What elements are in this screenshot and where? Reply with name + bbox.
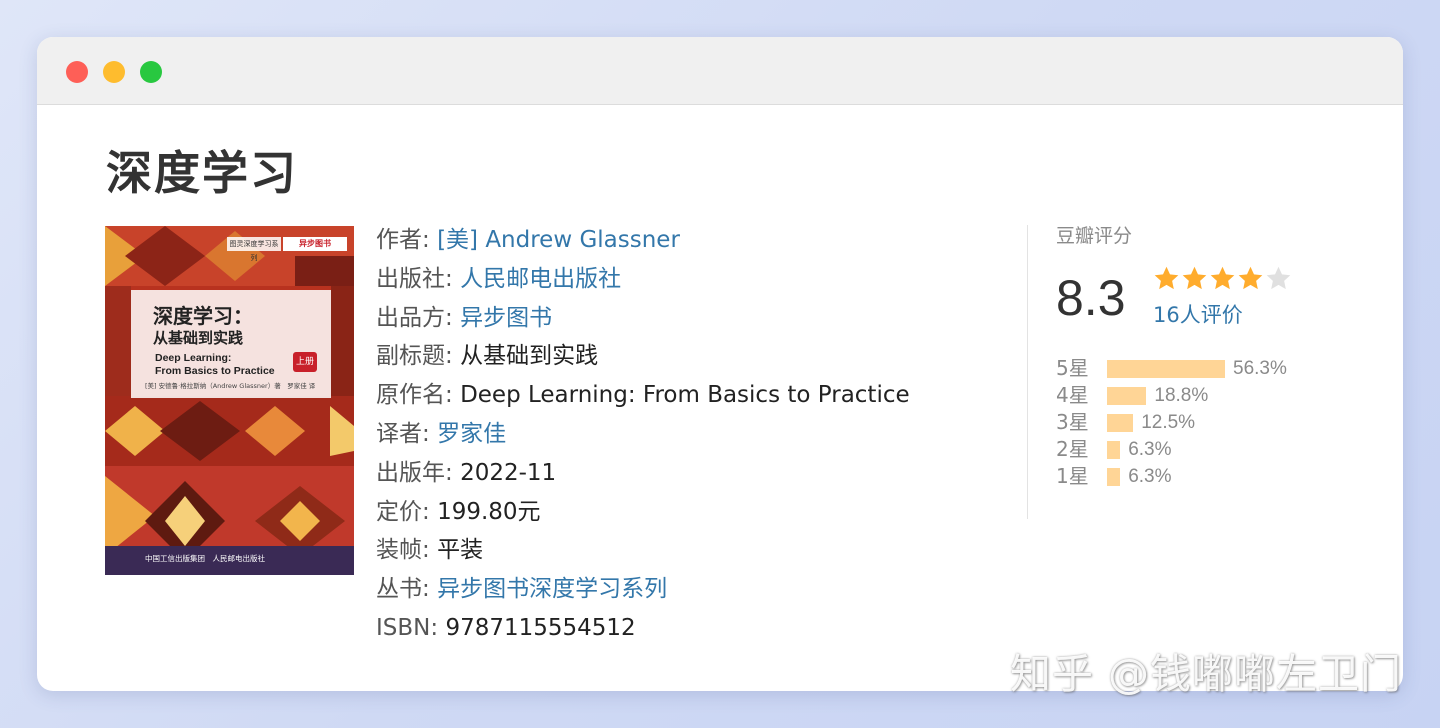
- author-link[interactable]: [美] Andrew Glassner: [437, 227, 680, 253]
- info-label: 定价:: [376, 498, 430, 525]
- distribution-percent: 6.3%: [1128, 466, 1172, 487]
- info-row-original-title: 原作名: Deep Learning: From Basics to Pract…: [376, 376, 910, 415]
- maximize-window-button[interactable]: [140, 61, 162, 83]
- distribution-star-label: 2星: [1056, 437, 1089, 461]
- distribution-star-label: 1星: [1056, 464, 1089, 488]
- producer-link[interactable]: 异步图书: [460, 305, 552, 331]
- info-label: 副标题:: [376, 343, 453, 370]
- rating-score: 8.3: [1056, 270, 1126, 326]
- distribution-bar: [1107, 414, 1134, 432]
- info-row-press: 出版社: 人民邮电出版社: [376, 260, 910, 299]
- cover-publisher: 中国工信出版集团 人民邮电出版社: [145, 554, 265, 563]
- info-row-translator: 译者: 罗家佳: [376, 415, 910, 454]
- distribution-bar: [1107, 441, 1121, 459]
- info-row-year: 出版年: 2022-11: [376, 454, 910, 493]
- kilim-pattern-background: [105, 226, 354, 575]
- distribution-star-label: 3星: [1056, 410, 1089, 434]
- info-row-price: 定价: 199.80元: [376, 493, 910, 532]
- window-titlebar: [37, 37, 1403, 105]
- distribution-percent: 6.3%: [1128, 439, 1172, 460]
- info-label: 作者:: [376, 227, 430, 253]
- cover-brand-logo: 异步图书: [283, 237, 347, 251]
- distribution-percent: 12.5%: [1141, 412, 1196, 433]
- rating-distribution-row: 2星 6.3%: [1056, 436, 1356, 463]
- series-link[interactable]: 异步图书深度学习系列: [437, 576, 667, 602]
- distribution-bar: [1107, 387, 1147, 405]
- info-row-producer: 出品方: 异步图书: [376, 299, 910, 338]
- info-row-binding: 装帧: 平装: [376, 531, 910, 570]
- book-cover-image[interactable]: 图灵深度学习系列 异步图书 深度学习： 从基础到实践 Deep Learning…: [105, 226, 354, 575]
- rating-distribution-row: 4星 18.8%: [1056, 382, 1356, 409]
- binding-value: 平装: [437, 537, 484, 564]
- distribution-star-label: 5星: [1056, 356, 1089, 380]
- rating-count-link[interactable]: 16人评价: [1153, 299, 1243, 329]
- section-divider: [1027, 225, 1028, 519]
- app-window: 深度学习 图灵深度学习系列 异步图书 深度学习： 从基础到实践 Deep Lea…: [37, 37, 1403, 691]
- rating-distribution-row: 1星 6.3%: [1056, 463, 1356, 490]
- star-empty-icon: [1266, 266, 1291, 290]
- price-value: 199.80元: [437, 498, 541, 525]
- info-label: 原作名:: [376, 382, 453, 409]
- rating-stars: [1153, 265, 1292, 292]
- minimize-window-button[interactable]: [103, 61, 125, 83]
- distribution-bar: [1107, 360, 1225, 378]
- star-filled-icon: [1238, 266, 1263, 290]
- star-filled-icon: [1154, 266, 1179, 290]
- translator-link[interactable]: 罗家佳: [437, 421, 506, 447]
- book-info-list: 作者: [美] Andrew Glassner 出版社: 人民邮电出版社 出品方…: [376, 221, 910, 648]
- info-row-isbn: ISBN: 9787115554512: [376, 609, 910, 648]
- original-title-value: Deep Learning: From Basics to Practice: [460, 382, 910, 409]
- cover-subtitle: 从基础到实践: [153, 329, 244, 347]
- info-label: 出版社:: [376, 265, 453, 292]
- cover-volume-badge: 上册: [293, 352, 317, 372]
- info-label: 出品方:: [376, 304, 453, 331]
- press-link[interactable]: 人民邮电出版社: [460, 266, 621, 292]
- cover-title: 深度学习：: [153, 304, 253, 328]
- close-window-button[interactable]: [66, 61, 88, 83]
- subtitle-value: 从基础到实践: [460, 343, 599, 370]
- star-filled-icon: [1210, 266, 1235, 290]
- zhihu-watermark: 知乎 @钱嘟嘟左卫门: [1010, 650, 1403, 698]
- distribution-percent: 56.3%: [1233, 358, 1287, 379]
- cover-english-line-1: Deep Learning:: [155, 352, 232, 364]
- cover-authors: [美] 安德鲁·格拉斯纳（Andrew Glassner）著 罗家佳 译: [145, 382, 316, 390]
- isbn-value: 9787115554512: [445, 614, 636, 641]
- cover-english-title: Deep Learning: From Basics to Practice: [155, 352, 275, 378]
- rating-distribution-row: 5星 56.3%: [1056, 355, 1356, 382]
- distribution-star-label: 4星: [1056, 383, 1089, 407]
- distribution-percent: 18.8%: [1154, 385, 1209, 406]
- info-label: 丛书:: [376, 576, 430, 603]
- douban-rating-panel: 豆瓣评分 8.3 16人评价 5星 56.3% 4星 18.8% 3星 12.5% 2星 6.…: [1056, 221, 1356, 488]
- page-title: 深度学习: [106, 146, 298, 200]
- info-row-author: 作者: [美] Andrew Glassner: [376, 221, 910, 260]
- info-row-subtitle: 副标题: 从基础到实践: [376, 337, 910, 376]
- star-filled-icon: [1182, 266, 1207, 290]
- info-label: ISBN:: [376, 614, 439, 641]
- info-label: 装帧:: [376, 537, 430, 564]
- year-value: 2022-11: [460, 459, 557, 486]
- info-label: 译者:: [376, 420, 430, 447]
- info-label: 出版年:: [376, 459, 453, 486]
- cover-english-line-2: From Basics to Practice: [155, 365, 275, 377]
- rating-heading: 豆瓣评分: [1056, 225, 1133, 247]
- cover-title-panel: 深度学习： 从基础到实践 Deep Learning: From Basics …: [131, 290, 331, 398]
- distribution-bar: [1107, 468, 1121, 486]
- info-row-series: 丛书: 异步图书深度学习系列: [376, 570, 910, 609]
- rating-distribution-row: 3星 12.5%: [1056, 409, 1356, 436]
- cover-series-label: 图灵深度学习系列: [227, 237, 281, 262]
- rating-distribution: 5星 56.3% 4星 18.8% 3星 12.5% 2星 6.3% 1星 6.3%: [1056, 355, 1356, 490]
